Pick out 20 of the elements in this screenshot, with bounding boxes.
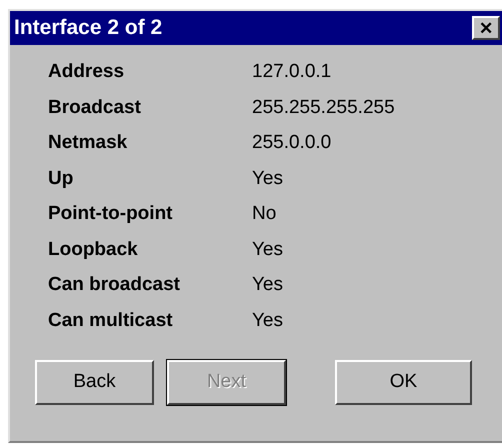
field-label: Point-to-point <box>48 202 174 226</box>
field-value: 255.0.0.0 <box>252 131 332 155</box>
field-value: 255.255.255.255 <box>252 96 395 120</box>
dialog-button[interactable]: Back <box>35 360 154 405</box>
field-label: Can multicast <box>48 308 174 332</box>
field-value: Yes <box>252 308 283 332</box>
field-label: Netmask <box>48 131 128 155</box>
close-button[interactable]: ✕ <box>472 16 500 40</box>
field-label: Up <box>48 166 74 190</box>
field-label: Loopback <box>48 238 139 262</box>
window-title: Interface 2 of 2 <box>14 15 162 42</box>
field-label: Can broadcast <box>48 273 181 297</box>
field-label: Broadcast <box>48 96 142 120</box>
field-label: Address <box>48 60 126 84</box>
field-value: Yes <box>252 166 283 190</box>
field-value: 127.0.0.1 <box>252 60 332 84</box>
field-value: No <box>252 202 276 226</box>
field-value: Yes <box>252 273 283 297</box>
dialog-button[interactable]: OK <box>335 360 472 405</box>
field-value: Yes <box>252 238 283 262</box>
